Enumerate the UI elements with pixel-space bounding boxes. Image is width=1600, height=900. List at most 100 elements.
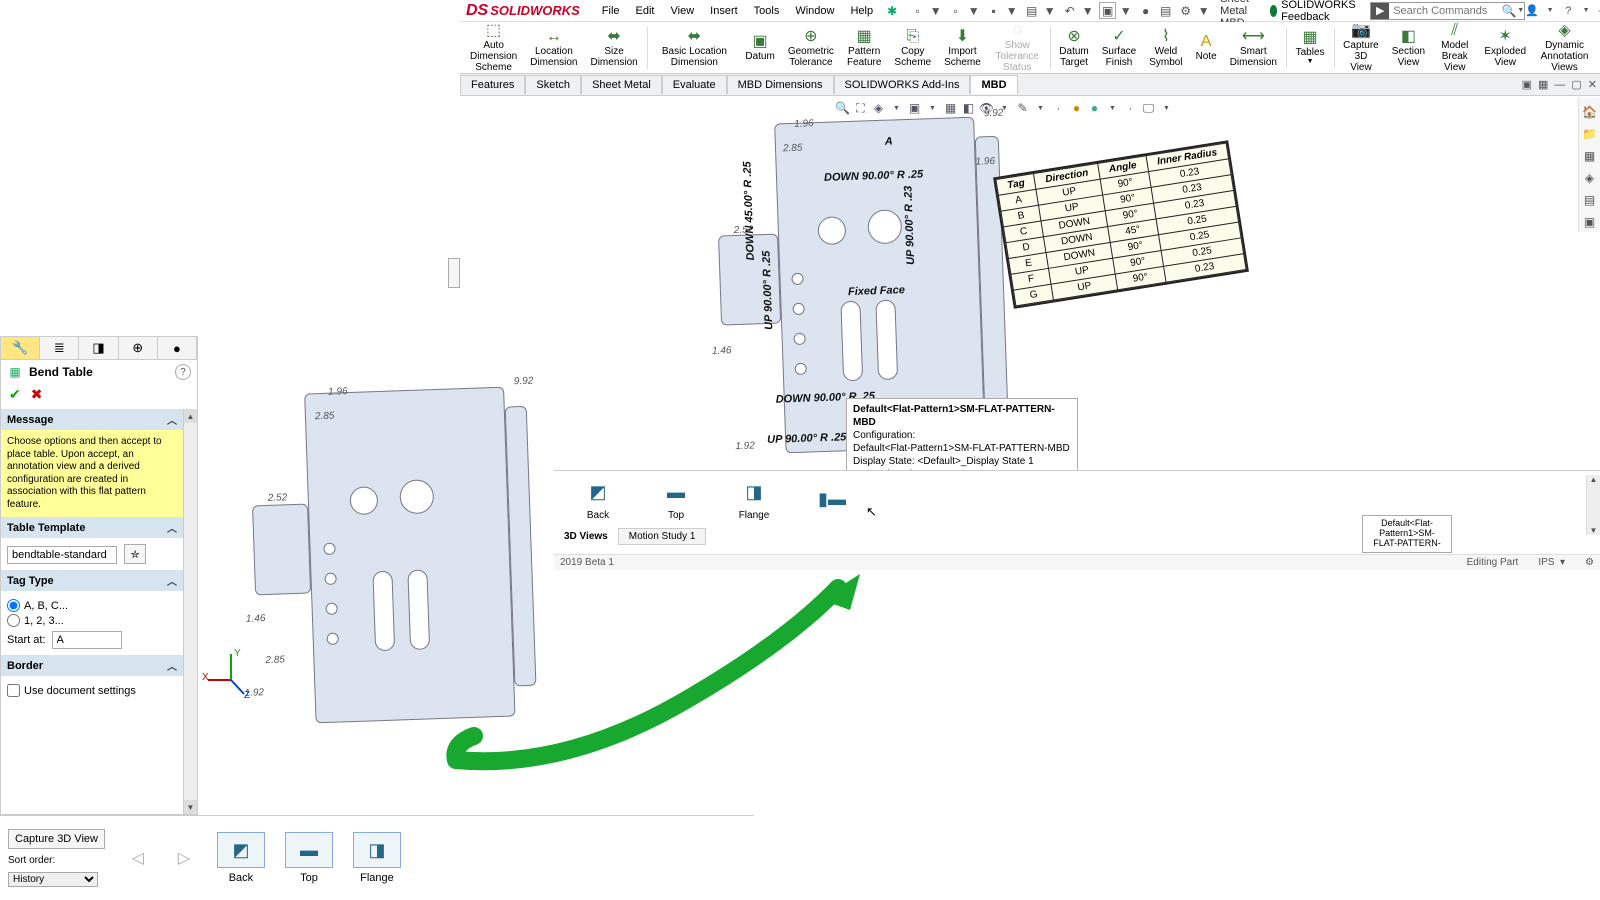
hud-render-icon[interactable]: ● [1086, 100, 1103, 117]
cmd-copy-scheme[interactable]: ⎘CopyScheme [888, 24, 937, 72]
tab-evaluate[interactable]: Evaluate [662, 75, 727, 94]
cmd-dyn-anno[interactable]: ◈DynamicAnnotation Views [1533, 24, 1596, 72]
chk-doc-settings[interactable]: Use document settings [7, 684, 177, 697]
cmd-tables[interactable]: ▦Tables▼ [1290, 24, 1331, 72]
status-units[interactable]: IPS ▾ [1538, 557, 1565, 568]
view-triad: X Y Z [204, 650, 258, 704]
view-thumb-default[interactable]: ▮▬ [808, 484, 856, 514]
browse-template-icon[interactable]: ✮ [124, 544, 146, 564]
menu-help[interactable]: Help [842, 3, 881, 19]
user-icon[interactable]: 👤 [1525, 4, 1539, 18]
library-icon[interactable]: 📁 [1579, 124, 1600, 144]
tab-sketch[interactable]: Sketch [525, 75, 581, 94]
cmd-section-view[interactable]: ◧SectionView [1386, 24, 1431, 72]
views-prev-icon[interactable]: ◁ [125, 845, 151, 871]
win-min-icon[interactable]: — [1551, 79, 1568, 91]
view-thumb-top-lower[interactable]: ▬Top [285, 832, 333, 884]
opts-icon[interactable]: ⚙ [1177, 2, 1194, 19]
dim-icon[interactable]: ▤ [1157, 2, 1174, 19]
rebuild-icon[interactable]: ● [1137, 2, 1154, 19]
hud-screen-icon[interactable]: 🖵 [1140, 100, 1157, 117]
search-icon[interactable]: 🔍 [1499, 4, 1519, 18]
cmd-smart-dim[interactable]: ⟷SmartDimension [1224, 24, 1283, 72]
hud-appearance-icon[interactable]: ● [1068, 100, 1085, 117]
search-scope-icon[interactable]: ▶ [1371, 3, 1389, 19]
menu-tools[interactable]: Tools [746, 3, 788, 19]
pm-help-icon[interactable]: ? [175, 364, 191, 380]
pm-tab-config-icon[interactable]: ≣ [40, 337, 79, 359]
save-icon[interactable]: ▪ [985, 2, 1002, 19]
cmd-size-dim[interactable]: ⬌SizeDimension [584, 24, 643, 72]
ribbon: ⬚Auto DimensionScheme ↔LocationDimension… [460, 22, 1600, 74]
template-input[interactable] [7, 546, 117, 564]
view-single-icon[interactable]: ▣ [1519, 78, 1535, 91]
menu-insert[interactable]: Insert [702, 3, 746, 19]
menu-file[interactable]: File [594, 3, 628, 19]
pin-icon[interactable]: ✱ [887, 4, 897, 18]
cmd-auto-dim[interactable]: ⬚Auto DimensionScheme [464, 24, 523, 72]
radio-abc[interactable]: A, B, C... [7, 599, 177, 612]
cmd-basic-loc-dim[interactable]: ⬌Basic Location Dimension [650, 24, 738, 72]
forum-icon[interactable]: ▣ [1579, 212, 1600, 232]
pm-tab-appear-icon[interactable]: ● [158, 337, 197, 359]
cmd-loc-dim[interactable]: ↔LocationDimension [524, 24, 583, 72]
start-input[interactable] [52, 631, 122, 649]
win-close-icon[interactable]: ✕ [1585, 78, 1600, 91]
cmd-import-scheme[interactable]: ⬇ImportScheme [938, 24, 987, 72]
print-icon[interactable]: ▤ [1023, 2, 1040, 19]
cmd-datum-target[interactable]: ⊗DatumTarget [1053, 24, 1094, 72]
view-thumb-top[interactable]: ▬Top [652, 478, 700, 521]
capture-3dview-button[interactable]: Capture 3D View [8, 829, 105, 849]
select-icon[interactable]: ▣ [1099, 2, 1116, 19]
custom-props-icon[interactable]: ▤ [1579, 190, 1600, 210]
undo-icon[interactable]: ↶ [1061, 2, 1078, 19]
tab-motionstudy[interactable]: Motion Study 1 [618, 528, 707, 545]
new-icon[interactable]: ▫ [909, 2, 926, 19]
status-more-icon[interactable]: ⚙ [1585, 557, 1594, 568]
pm-message: Choose options and then accept to place … [1, 430, 183, 517]
tab-sheetmetal[interactable]: Sheet Metal [581, 75, 662, 94]
views-next-icon[interactable]: ▷ [171, 845, 197, 871]
splitter-handle[interactable] [448, 258, 460, 288]
pm-ok-icon[interactable]: ✔ [9, 386, 21, 403]
view-multi-icon[interactable]: ▦ [1535, 78, 1551, 91]
tab-addins[interactable]: SOLIDWORKS Add-Ins [834, 75, 971, 94]
tab-mbd-dim[interactable]: MBD Dimensions [727, 75, 834, 94]
menu-view[interactable]: View [663, 3, 703, 19]
radio-123[interactable]: 1, 2, 3... [7, 614, 177, 627]
pm-scrollbar[interactable]: ▲▼ [183, 409, 197, 814]
pm-tab-feature-icon[interactable]: 🔧 [1, 337, 40, 359]
view-palette-icon[interactable]: ▦ [1579, 146, 1600, 166]
pm-tab-dim-icon[interactable]: ⊕ [119, 337, 158, 359]
menu-window[interactable]: Window [787, 3, 842, 19]
win-max-icon[interactable]: ▢ [1568, 78, 1584, 91]
search-input[interactable] [1389, 5, 1499, 17]
view-thumb-back[interactable]: ◩Back [574, 478, 622, 521]
view-thumb-back-lower[interactable]: ◩Back [217, 832, 265, 884]
views-scrollbar[interactable]: ▲▼ [1586, 475, 1600, 535]
command-search[interactable]: ▶ 🔍▼ [1370, 2, 1525, 20]
feedback-link[interactable]: SOLIDWORKS Feedback [1270, 0, 1361, 23]
view-thumb-flange-lower[interactable]: ◨Flange [353, 832, 401, 884]
cmd-note[interactable]: ANote [1190, 24, 1223, 72]
open-icon[interactable]: ▫ [947, 2, 964, 19]
pm-tab-display-icon[interactable]: ◨ [79, 337, 118, 359]
cmd-weld[interactable]: ⌇WeldSymbol [1143, 24, 1188, 72]
tab-mbd[interactable]: MBD [970, 75, 1017, 94]
cmd-model-break[interactable]: ⫽ModelBreak View [1432, 24, 1477, 72]
appearances-icon[interactable]: ◈ [1579, 168, 1600, 188]
cmd-surf-finish[interactable]: ✓SurfaceFinish [1096, 24, 1142, 72]
help-icon[interactable]: ? [1561, 4, 1575, 18]
cmd-pattern[interactable]: ▦PatternFeature [841, 24, 887, 72]
home-icon[interactable]: 🏠 [1579, 102, 1600, 122]
tab-features[interactable]: Features [460, 75, 525, 94]
feedback-icon [1270, 5, 1278, 17]
view-thumb-flange[interactable]: ◨Flange [730, 478, 778, 521]
cmd-capture-3dview[interactable]: 📷Capture3D View [1337, 24, 1385, 72]
menu-edit[interactable]: Edit [628, 3, 663, 19]
cmd-datum[interactable]: ▣Datum [739, 24, 780, 72]
cmd-geo-tol[interactable]: ⊕GeometricTolerance [782, 24, 840, 72]
sort-select[interactable]: History [8, 872, 98, 887]
pm-cancel-icon[interactable]: ✖ [31, 386, 43, 403]
cmd-exploded[interactable]: ✶ExplodedView [1478, 24, 1532, 72]
